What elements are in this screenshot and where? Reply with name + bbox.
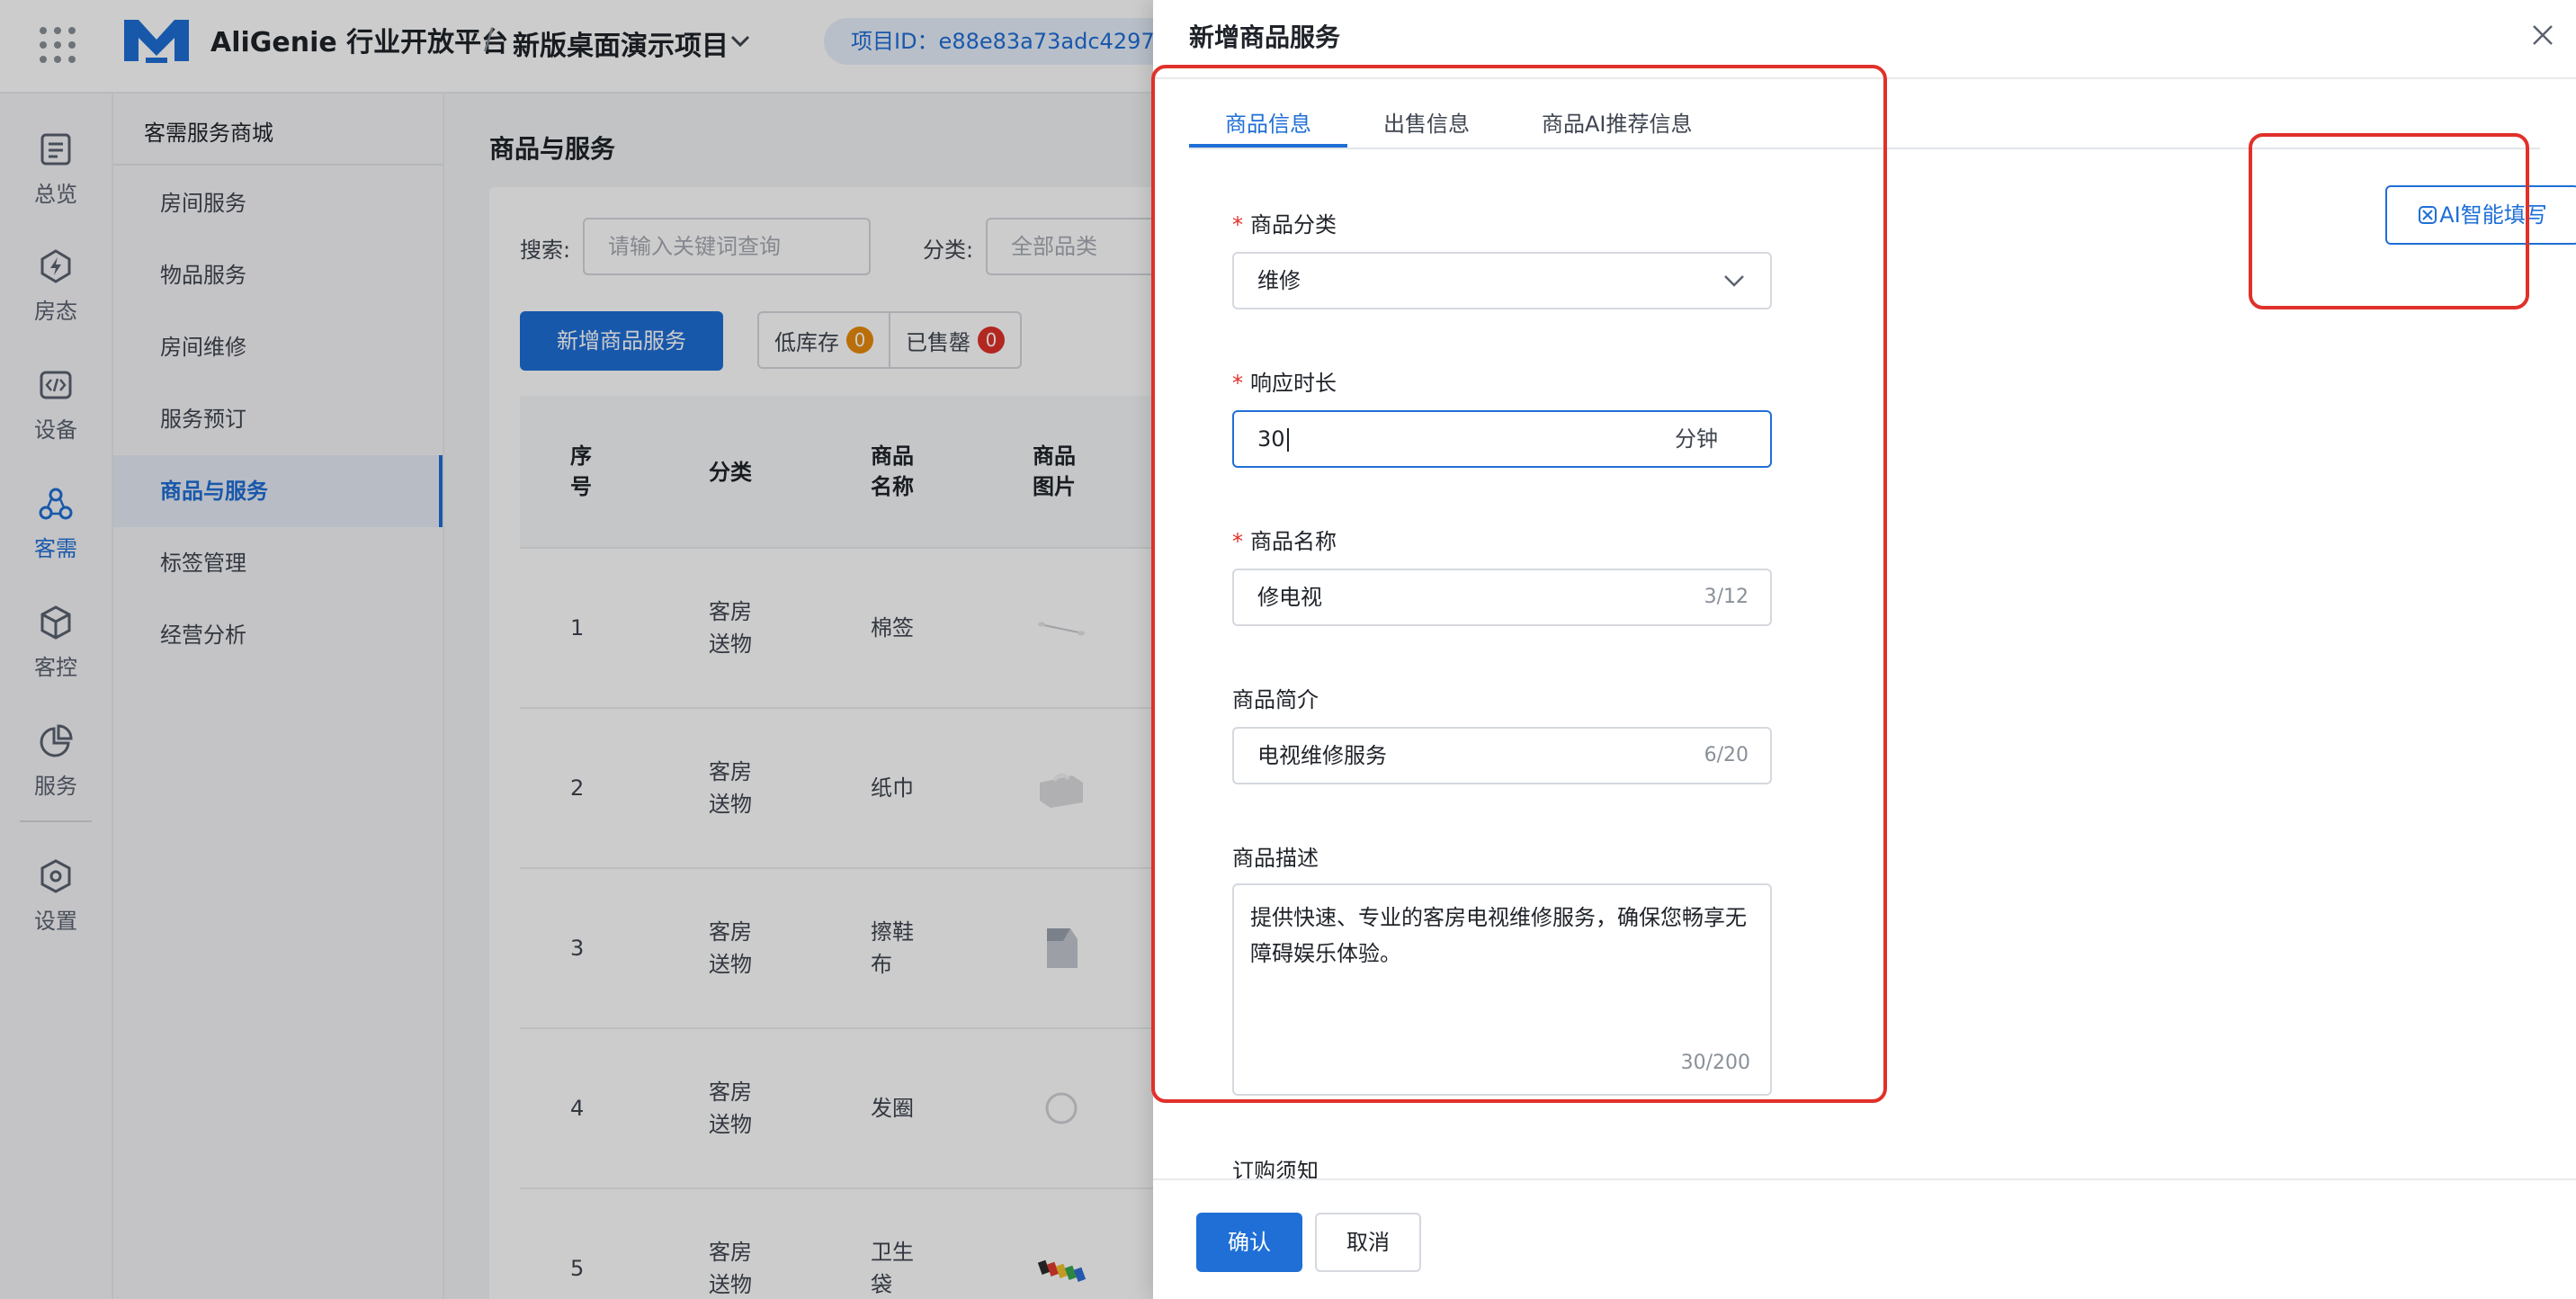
modal-backdrop[interactable] xyxy=(0,0,1153,1299)
confirm-button[interactable]: 确认 xyxy=(1196,1213,1302,1272)
drawer-title: 新增商品服务 xyxy=(1189,22,1341,52)
drawer-footer: 确认 取消 xyxy=(1153,1178,2576,1299)
annotation-highlight-ai-button xyxy=(2249,133,2529,309)
annotation-highlight-form xyxy=(1151,65,1887,1103)
close-icon[interactable] xyxy=(2529,22,2556,49)
cancel-button[interactable]: 取消 xyxy=(1315,1213,1421,1272)
